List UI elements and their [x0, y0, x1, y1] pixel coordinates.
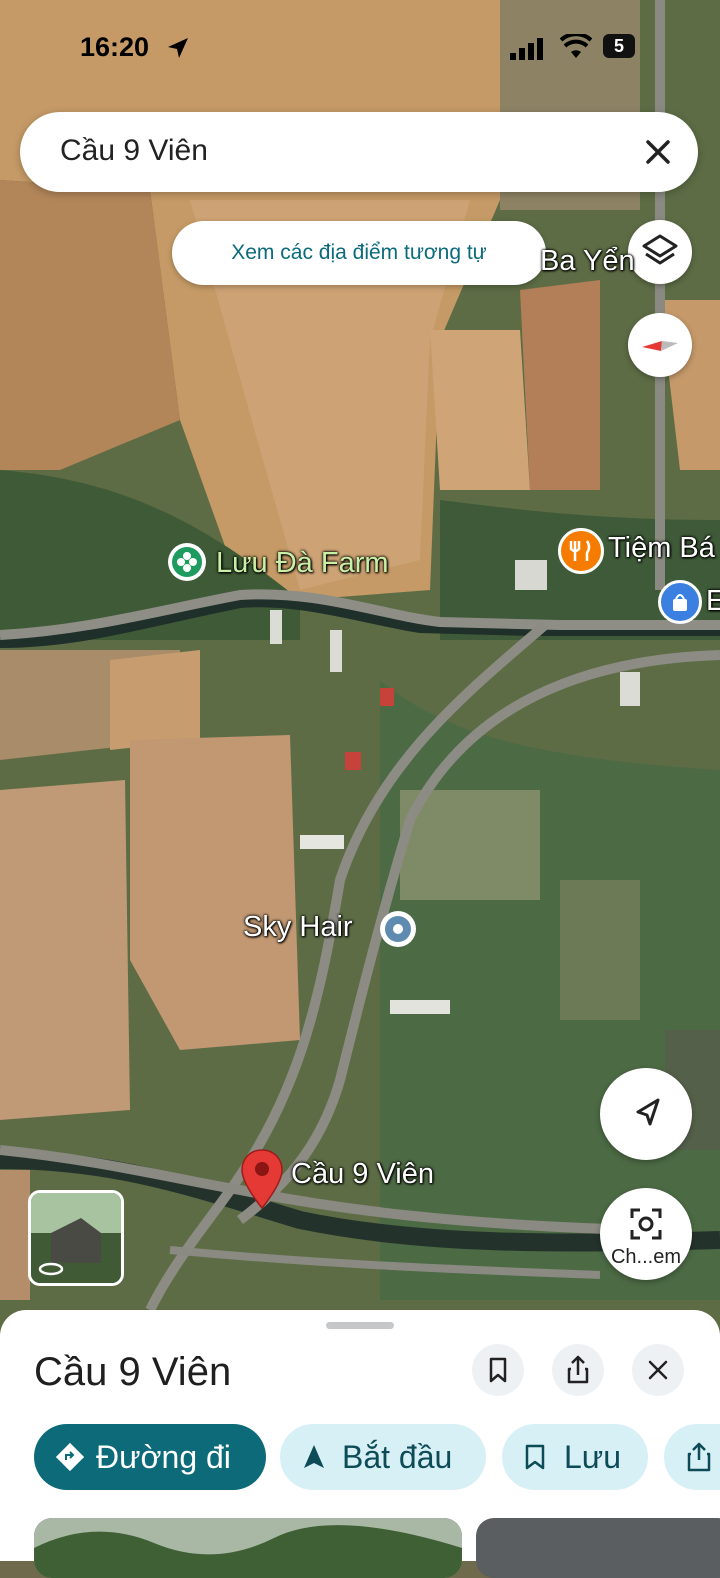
map-label-sky-hair[interactable]: Sky Hair [243, 911, 353, 944]
map-label-ba-yen: Ba Yển [540, 245, 635, 277]
place-sheet[interactable]: Cầu 9 Viên Đường đi Bắt đầu Lưu [0, 1310, 720, 1578]
map-label-tiem[interactable]: Tiệm Bá [608, 532, 715, 565]
map-pin-icon[interactable] [240, 1148, 284, 1210]
battery-indicator: 5 [603, 34, 635, 58]
fork-knife-icon [569, 540, 591, 561]
bookmark-icon [525, 1444, 545, 1470]
status-time: 16:20 [80, 32, 150, 62]
share-button[interactable] [664, 1424, 720, 1490]
status-bar: 16:20 5 [0, 0, 720, 100]
similar-places-button[interactable]: Xem các địa điểm tương tự [172, 221, 546, 285]
camera-search-button[interactable]: Ch...em [600, 1188, 692, 1280]
share-icon [687, 1442, 711, 1472]
directions-button[interactable]: Đường đi [34, 1424, 266, 1490]
close-icon [648, 1360, 668, 1380]
restaurant-marker[interactable] [558, 528, 604, 574]
layers-icon [642, 234, 678, 265]
salon-marker[interactable] [380, 911, 416, 947]
close-icon[interactable] [640, 134, 676, 170]
farm-marker[interactable] [168, 543, 206, 581]
share-icon-button[interactable] [552, 1344, 604, 1396]
start-label: Bắt đầu [342, 1439, 453, 1475]
place-dot-icon [385, 916, 411, 942]
start-button[interactable]: Bắt đầu [280, 1424, 486, 1490]
map-label-luu-da-farm[interactable]: Lưu Đà Farm [216, 547, 389, 580]
my-location-button[interactable] [600, 1068, 692, 1160]
search-bar[interactable]: Cầu 9 Viên [20, 112, 698, 192]
rotate-360-icon [38, 1262, 64, 1276]
navigation-arrow-icon [636, 1098, 660, 1126]
street-view-thumbnail[interactable] [28, 1190, 124, 1286]
shopping-bag-icon [673, 594, 687, 611]
shop-marker[interactable] [658, 580, 702, 624]
place-title: Cầu 9 Viên [34, 1350, 232, 1394]
close-sheet-button[interactable] [632, 1344, 684, 1396]
flower-icon [172, 547, 202, 577]
compass-button[interactable] [628, 313, 692, 377]
navigation-icon [304, 1445, 324, 1468]
save-icon-button[interactable] [472, 1344, 524, 1396]
wifi-icon [560, 34, 592, 58]
layers-button[interactable] [628, 220, 692, 284]
place-photo-image [34, 1518, 462, 1578]
camera-search-label: Ch...em [610, 1246, 682, 1268]
bookmark-icon [489, 1357, 507, 1383]
share-icon [567, 1355, 589, 1384]
map-label-pin: Cầu 9 Viên [291, 1158, 434, 1190]
sheet-drag-handle[interactable] [326, 1322, 394, 1329]
compass-icon [642, 341, 678, 351]
location-arrow-icon [168, 38, 188, 58]
cellular-signal-icon [510, 38, 543, 60]
save-label: Lưu [564, 1439, 622, 1475]
directions-label: Đường đi [96, 1439, 231, 1475]
search-query[interactable]: Cầu 9 Viên [60, 134, 208, 168]
place-photo-2[interactable] [476, 1518, 720, 1578]
directions-icon [56, 1443, 84, 1471]
save-button[interactable]: Lưu [502, 1424, 648, 1490]
map-label-e: E [706, 585, 720, 617]
place-photo[interactable] [34, 1518, 462, 1578]
